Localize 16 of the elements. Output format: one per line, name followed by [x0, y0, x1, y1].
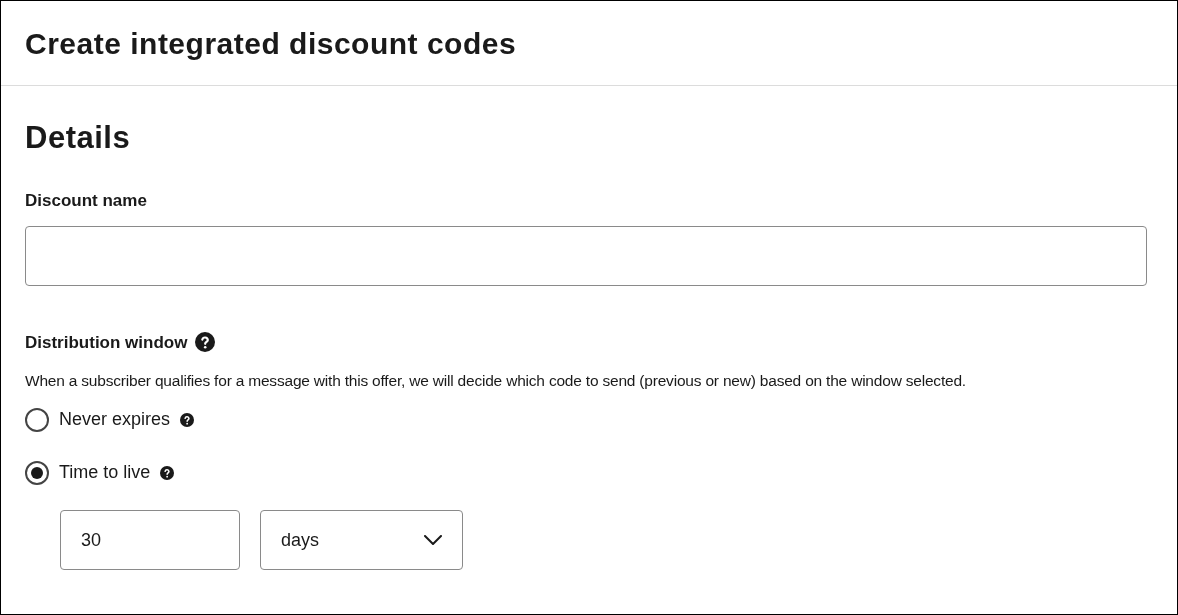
help-icon[interactable]: [160, 465, 175, 480]
field-label: Discount name: [25, 190, 148, 212]
chevron-down-icon: [424, 535, 442, 546]
radio-label[interactable]: Never expires: [59, 406, 171, 434]
radio-button[interactable]: [25, 460, 49, 485]
help-icon[interactable]: [195, 332, 216, 353]
radio-label[interactable]: Time to live: [59, 459, 151, 487]
description-text: When a subscriber qualifies for a message with this offer, we will decide which code to send (previous or new) based on the window selected.: [25, 371, 967, 391]
discount-name-field[interactable]: [25, 225, 1147, 286]
ttl-value-field[interactable]: 30: [60, 510, 240, 571]
field-label: Distribution window: [25, 331, 188, 354]
radio-button[interactable]: [25, 407, 49, 432]
page-title: Create integrated discount codes: [25, 25, 517, 62]
section-heading: Details: [25, 119, 132, 157]
ttl-unit-select[interactable]: days: [260, 510, 463, 571]
help-icon[interactable]: [180, 412, 195, 427]
